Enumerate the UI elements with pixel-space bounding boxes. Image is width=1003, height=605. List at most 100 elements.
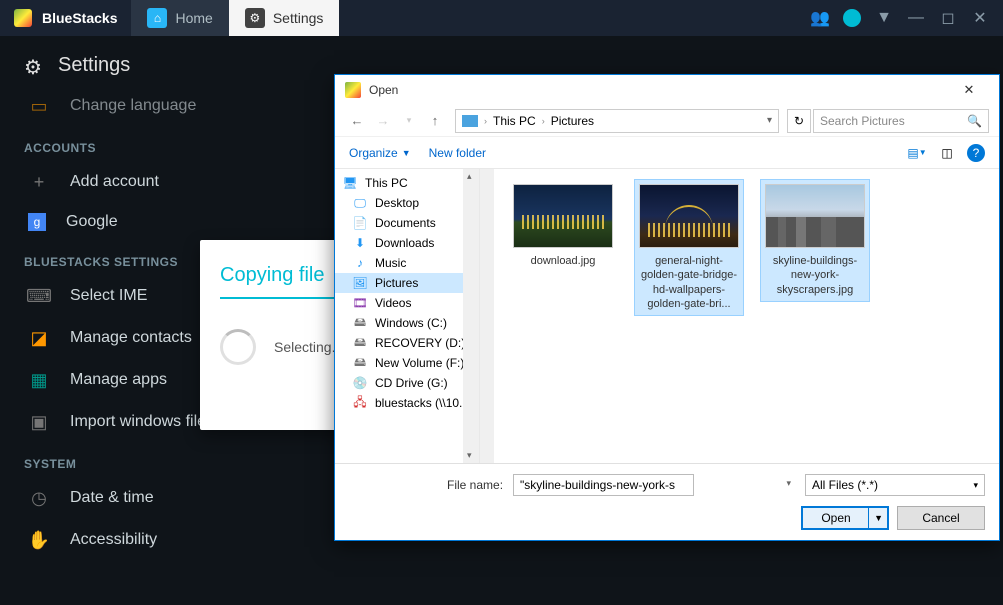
setting-label: Add account — [70, 173, 159, 191]
dialog-nav: ← → ▾ ↑ › This PC › Pictures ▾ ↻ Search … — [335, 105, 999, 137]
nav-forward-button[interactable]: → — [371, 109, 395, 133]
open-button[interactable]: Open ▼ — [801, 506, 889, 530]
tree-documents[interactable]: 📄Documents — [335, 213, 479, 233]
breadcrumb-root[interactable]: This PC — [493, 114, 536, 128]
app-name: BlueStacks — [42, 10, 117, 26]
setting-label: Date & time — [70, 489, 154, 507]
maximize-icon[interactable]: ◻ — [939, 9, 957, 27]
dialog-toolbar: Organize ▼ New folder ▤ ▼ ◫ ? — [335, 137, 999, 169]
tree-pictures[interactable]: 🖼Pictures — [335, 273, 479, 293]
new-folder-button[interactable]: New folder — [429, 146, 486, 160]
file-tile[interactable]: download.jpg — [508, 179, 618, 273]
setting-label: Manage contacts — [70, 329, 192, 347]
videos-icon: 🎞 — [351, 296, 369, 310]
chevron-down-icon[interactable]: ▼ — [875, 9, 893, 27]
tab-settings[interactable]: ⚙ Settings — [229, 0, 340, 36]
google-icon: g — [28, 213, 46, 231]
tree-new-volume-f[interactable]: 🖴New Volume (F:) — [335, 353, 479, 373]
breadcrumb-folder[interactable]: Pictures — [551, 114, 594, 128]
flag-icon: ▭ — [28, 95, 50, 117]
search-input[interactable]: Search Pictures 🔍 — [813, 109, 989, 133]
chevron-right-icon: › — [542, 116, 545, 126]
chevron-down-icon: ▾ — [973, 480, 978, 491]
dialog-title: Open — [369, 83, 398, 97]
refresh-button[interactable]: ↻ — [787, 109, 811, 133]
tree-desktop[interactable]: 🖵Desktop — [335, 193, 479, 213]
tab-settings-label: Settings — [273, 10, 324, 26]
address-dropdown-icon[interactable]: ▾ — [767, 115, 772, 126]
close-icon[interactable]: ✕ — [971, 9, 989, 27]
thumbnail-icon — [765, 184, 865, 248]
titlebar: BlueStacks ⌂ Home ⚙ Settings 👥 ▼ — ◻ ✕ — [0, 0, 1003, 36]
copying-status: Selecting... — [274, 339, 343, 355]
tree-bluestacks-net[interactable]: 🖧bluestacks (\\10... — [335, 393, 479, 413]
chevron-down-icon[interactable]: ▾ — [786, 478, 791, 489]
setting-label: Accessibility — [70, 531, 157, 549]
spinner-icon — [220, 329, 256, 365]
file-type-select[interactable]: All Files (*.*) ▾ — [805, 474, 985, 496]
desktop-icon: 🖵 — [351, 196, 369, 210]
drive-icon: 🖴 — [351, 316, 369, 330]
nav-back-button[interactable]: ← — [345, 109, 369, 133]
tree-scrollbar[interactable]: ▴▾ — [463, 169, 479, 463]
cancel-button[interactable]: Cancel — [897, 506, 985, 530]
tree-this-pc[interactable]: 🖥This PC — [335, 173, 479, 193]
help-icon[interactable]: ? — [967, 144, 985, 162]
keyboard-icon: ⌨ — [28, 285, 50, 307]
chevron-right-icon: › — [484, 116, 487, 126]
dialog-footer: File name: ▾ All Files (*.*) ▾ Open ▼ Ca… — [335, 463, 999, 540]
tree-windows-c[interactable]: 🖴Windows (C:) — [335, 313, 479, 333]
nav-up-button[interactable]: ↑ — [423, 109, 447, 133]
contacts-icon: ◪ — [28, 327, 50, 349]
file-grid[interactable]: download.jpg general-night-golden-gate-b… — [494, 169, 999, 463]
split-dropdown-icon[interactable]: ▼ — [874, 513, 883, 523]
tab-home[interactable]: ⌂ Home — [131, 0, 228, 36]
notification-icon[interactable] — [843, 9, 861, 27]
users-icon[interactable]: 👥 — [811, 9, 829, 27]
address-bar[interactable]: › This PC › Pictures ▾ — [455, 109, 779, 133]
setting-label: Import windows files — [70, 413, 214, 431]
pc-icon: 🖥 — [341, 176, 359, 190]
splitter[interactable] — [480, 169, 494, 463]
setting-label: Select IME — [70, 287, 147, 305]
folder-tree[interactable]: 🖥This PC 🖵Desktop 📄Documents ⬇Downloads … — [335, 169, 480, 463]
tree-cd-drive-g[interactable]: 💿CD Drive (G:) — [335, 373, 479, 393]
gear-icon: ⚙ — [24, 55, 46, 77]
nav-recent-button[interactable]: ▾ — [397, 109, 421, 133]
thumbnail-icon — [513, 184, 613, 248]
tree-recovery-d[interactable]: 🖴RECOVERY (D:) — [335, 333, 479, 353]
file-name-label: File name: — [447, 478, 503, 492]
preview-pane-button[interactable]: ◫ — [937, 145, 957, 161]
file-name: skyline-buildings-new-york-skyscrapers.j… — [765, 254, 865, 297]
file-tile[interactable]: general-night-golden-gate-bridge-hd-wall… — [634, 179, 744, 316]
tree-videos[interactable]: 🎞Videos — [335, 293, 479, 313]
plus-icon: + — [28, 171, 50, 193]
cd-icon: 💿 — [351, 376, 369, 390]
hand-icon: ✋ — [28, 529, 50, 551]
setting-label: Manage apps — [70, 371, 167, 389]
setting-label: Google — [66, 213, 118, 231]
tree-music[interactable]: ♪Music — [335, 253, 479, 273]
file-tile[interactable]: skyline-buildings-new-york-skyscrapers.j… — [760, 179, 870, 302]
music-icon: ♪ — [351, 256, 369, 270]
file-name-input[interactable] — [513, 474, 694, 496]
dialog-close-button[interactable]: ✕ — [949, 82, 989, 98]
page-title: Settings — [58, 54, 130, 77]
organize-button[interactable]: Organize ▼ — [349, 146, 411, 160]
apps-icon: ▦ — [28, 369, 50, 391]
bluestacks-logo-icon — [14, 9, 32, 27]
dialog-titlebar[interactable]: Open ✕ — [335, 75, 999, 105]
drive-icon: 🖴 — [351, 336, 369, 350]
dialog-body: 🖥This PC 🖵Desktop 📄Documents ⬇Downloads … — [335, 169, 999, 463]
clock-icon: ◷ — [28, 487, 50, 509]
app-logo-area: BlueStacks — [0, 9, 131, 27]
bluestacks-logo-icon — [345, 82, 361, 98]
pc-icon — [462, 115, 478, 127]
setting-label: Change language — [70, 97, 196, 115]
search-icon: 🔍 — [967, 114, 982, 128]
view-mode-button[interactable]: ▤ ▼ — [907, 145, 927, 161]
thumbnail-icon — [639, 184, 739, 248]
minimize-icon[interactable]: — — [907, 9, 925, 27]
file-name: general-night-golden-gate-bridge-hd-wall… — [639, 254, 739, 311]
tree-downloads[interactable]: ⬇Downloads — [335, 233, 479, 253]
